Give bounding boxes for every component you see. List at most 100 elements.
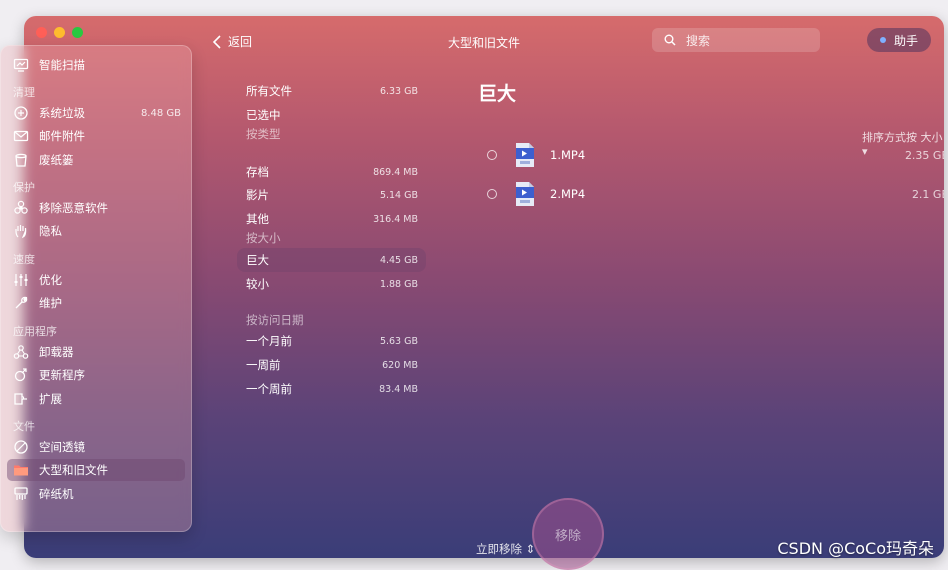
filter-value: 4.45 GB: [379, 254, 418, 266]
sidebar-item-label: 碎纸机: [39, 487, 74, 501]
file-select-radio[interactable]: [487, 189, 497, 199]
search-icon: [664, 34, 676, 46]
sidebar-item-label: 大型和旧文件: [39, 463, 108, 477]
file-row[interactable]: 1.MP4 2.35 GB: [487, 141, 944, 169]
filter-label: 已选中: [246, 108, 281, 122]
trash-can-icon: [13, 105, 29, 121]
sidebar-item-updater[interactable]: 更新程序: [7, 364, 185, 386]
sliders-icon: [13, 272, 29, 288]
hand-icon: [13, 223, 29, 239]
filter-label: 所有文件: [246, 84, 292, 98]
filter-value: 5.14 GB: [379, 189, 418, 201]
assistant-label: 助手: [893, 33, 918, 48]
sidebar-item-large-old-files[interactable]: 大型和旧文件: [7, 459, 185, 481]
wrench-icon: [13, 295, 29, 311]
filter-other[interactable]: 其他 316.4 MB: [237, 207, 426, 231]
remove-button[interactable]: 移除: [532, 498, 604, 570]
sidebar-item-value: 8.48 GB: [140, 107, 181, 119]
mail-icon: [13, 128, 29, 144]
filter-label: 一个周前: [246, 382, 292, 396]
filter-label: 一个月前: [246, 334, 292, 348]
uninstaller-icon: [13, 344, 29, 360]
extensions-icon: [13, 391, 29, 407]
filter-week-ago[interactable]: 一周前 620 MB: [237, 353, 426, 377]
filter-value: 620 MB: [382, 359, 418, 371]
biohazard-icon: [13, 200, 29, 216]
sidebar-item-label: 移除恶意软件: [39, 201, 108, 215]
watermark: CSDN @CoCo玛奇朵: [777, 539, 934, 558]
filter-label: 存档: [246, 165, 269, 179]
sidebar-item-privacy[interactable]: 隐私: [7, 220, 185, 242]
file-name: 1.MP4: [550, 148, 586, 162]
smart-scan-icon: [13, 57, 29, 73]
filter-huge[interactable]: 巨大 4.45 GB: [237, 248, 426, 272]
mp4-file-icon: [516, 143, 534, 167]
sidebar-item-label: 扩展: [39, 392, 62, 406]
sidebar-item-malware-removal[interactable]: 移除恶意软件: [7, 197, 185, 219]
filter-value: 869.4 MB: [373, 166, 418, 178]
filter-selected[interactable]: 已选中: [237, 103, 426, 127]
filter-label: 较小: [246, 277, 269, 291]
sidebar-item-label: 废纸篓: [39, 153, 74, 167]
filter-value: 1.88 GB: [379, 278, 418, 290]
sidebar-item-shredder[interactable]: 碎纸机: [7, 483, 185, 505]
sidebar-item-trash-bins[interactable]: 废纸篓: [7, 149, 185, 171]
filter-small[interactable]: 较小 1.88 GB: [237, 272, 426, 296]
file-size: 2.35 GB: [904, 148, 944, 162]
sidebar-item-space-lens[interactable]: 空间透镜: [7, 436, 185, 458]
page-title: 巨大: [478, 83, 517, 105]
filter-all-files[interactable]: 所有文件 6.33 GB: [237, 79, 426, 103]
sidebar-section-applications: 应用程序: [13, 325, 57, 338]
filter-label: 其他: [246, 212, 269, 226]
sidebar-section-cleanup: 清理: [13, 86, 35, 99]
sidebar-item-label: 优化: [39, 273, 62, 287]
filter-movies[interactable]: 影片 5.14 GB: [237, 183, 426, 207]
filter-value: 83.4 MB: [379, 383, 418, 395]
updater-icon: [13, 367, 29, 383]
filter-value: 6.33 GB: [379, 85, 418, 97]
sidebar-item-label: 隐私: [39, 224, 62, 238]
file-name: 2.MP4: [550, 187, 586, 201]
sidebar-item-extensions[interactable]: 扩展: [7, 388, 185, 410]
mp4-file-icon: [516, 182, 534, 206]
filter-value: 5.63 GB: [379, 335, 418, 347]
search-placeholder: 搜索: [686, 33, 711, 48]
sidebar-section-files: 文件: [13, 420, 35, 433]
sidebar: 智能扫描 清理 系统垃圾 8.48 GB 邮件附件 废纸篓 保护 移除恶意软件 …: [0, 45, 192, 532]
sidebar-item-uninstaller[interactable]: 卸载器: [7, 341, 185, 363]
sidebar-item-label: 卸载器: [39, 345, 74, 359]
filter-a-week-ago[interactable]: 一个周前 83.4 MB: [237, 377, 426, 401]
filter-archive[interactable]: 存档 869.4 MB: [237, 160, 426, 184]
sidebar-item-smart-scan[interactable]: 智能扫描: [7, 54, 185, 76]
sidebar-item-label: 邮件附件: [39, 129, 85, 143]
space-lens-icon: [13, 439, 29, 455]
folder-icon: [13, 462, 29, 478]
search-input[interactable]: 搜索: [652, 28, 820, 52]
remove-now-dropdown[interactable]: 立即移除 ⇕: [476, 541, 535, 557]
file-select-radio[interactable]: [487, 150, 497, 160]
assistant-dot-icon: [879, 37, 886, 43]
sidebar-section-protection: 保护: [13, 181, 35, 194]
file-row[interactable]: 2.MP4 2.1 GB: [487, 180, 944, 208]
filter-section-by-type: 按类型: [246, 127, 281, 141]
sidebar-item-mail-attachments[interactable]: 邮件附件: [7, 125, 185, 147]
filter-label: 巨大: [246, 253, 269, 267]
sidebar-item-optimization[interactable]: 优化: [7, 269, 185, 291]
sidebar-item-label: 系统垃圾: [39, 106, 85, 120]
sidebar-item-maintenance[interactable]: 维护: [7, 292, 185, 314]
shredder-icon: [13, 486, 29, 502]
sidebar-item-label: 更新程序: [39, 368, 85, 382]
bin-icon: [13, 152, 29, 168]
assistant-button[interactable]: 助手: [867, 28, 931, 52]
filter-month-ago[interactable]: 一个月前 5.63 GB: [237, 329, 426, 353]
filter-section-by-size: 按大小: [246, 231, 281, 245]
sidebar-item-system-junk[interactable]: 系统垃圾 8.48 GB: [7, 102, 185, 124]
sidebar-section-speed: 速度: [13, 253, 35, 266]
filter-label: 一周前: [246, 358, 281, 372]
filter-section-by-access: 按访问日期: [246, 313, 304, 327]
sidebar-item-label: 智能扫描: [39, 58, 85, 72]
filter-label: 影片: [246, 188, 269, 202]
sidebar-item-label: 空间透镜: [39, 440, 85, 454]
sidebar-item-label: 维护: [39, 296, 62, 310]
file-size: 2.1 GB: [911, 187, 944, 201]
